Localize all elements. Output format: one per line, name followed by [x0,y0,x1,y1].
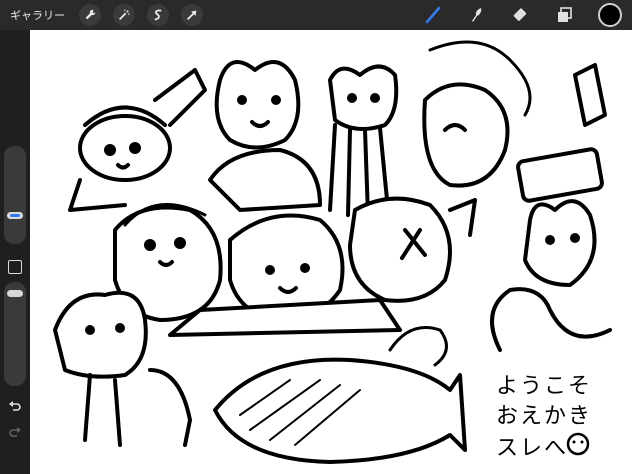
selection-s-icon [154,9,162,21]
brush-button[interactable] [422,4,444,26]
opacity-handle[interactable] [7,290,23,297]
cat-with-pipe [208,60,322,212]
brush-icon [425,6,441,24]
eraser-button[interactable] [510,4,532,26]
cat-top-right [422,40,532,188]
top-toolbar: ギャラリー [0,0,632,30]
brush-size-slider[interactable] [4,146,26,244]
layers-button[interactable] [554,4,576,26]
arrow-transform-icon [187,10,197,20]
actions-wrench-button[interactable] [79,4,101,26]
welcome-line-3: スレへ [496,436,569,461]
cat-with-stripes [328,64,399,217]
brush-size-handle[interactable] [7,212,23,219]
adjustments-button[interactable] [113,4,135,26]
undo-icon[interactable] [7,398,23,414]
transform-button[interactable] [181,4,203,26]
welcome-line-1: ようこそ [496,374,593,399]
welcome-line-2: おえかき [496,404,593,429]
drawing-canvas[interactable]: ようこそ おえかき スレへ [30,30,632,474]
fish-bottom [213,326,467,464]
cat-with-hat [68,68,207,212]
selection-button[interactable] [147,4,169,26]
opacity-slider[interactable] [4,282,26,386]
small-cat-emblem [566,432,590,456]
cat-with-tail [490,199,612,352]
wrench-icon [85,9,96,20]
gallery-button[interactable]: ギャラリー [10,7,65,23]
layers-icon [558,7,572,22]
color-picker-button[interactable] [598,3,622,27]
left-sidebar [0,30,30,474]
magic-wand-icon [119,9,130,20]
redo-icon[interactable] [7,424,23,440]
phone-drawing [516,63,607,203]
eraser-icon [513,8,527,21]
cat-round-fish [348,196,477,303]
modify-button[interactable] [8,260,22,274]
smudge-button[interactable] [466,4,488,26]
procreate-app: ギャラリー ようこそ おえかき スレへ [0,0,632,474]
smudge-icon [472,8,482,22]
